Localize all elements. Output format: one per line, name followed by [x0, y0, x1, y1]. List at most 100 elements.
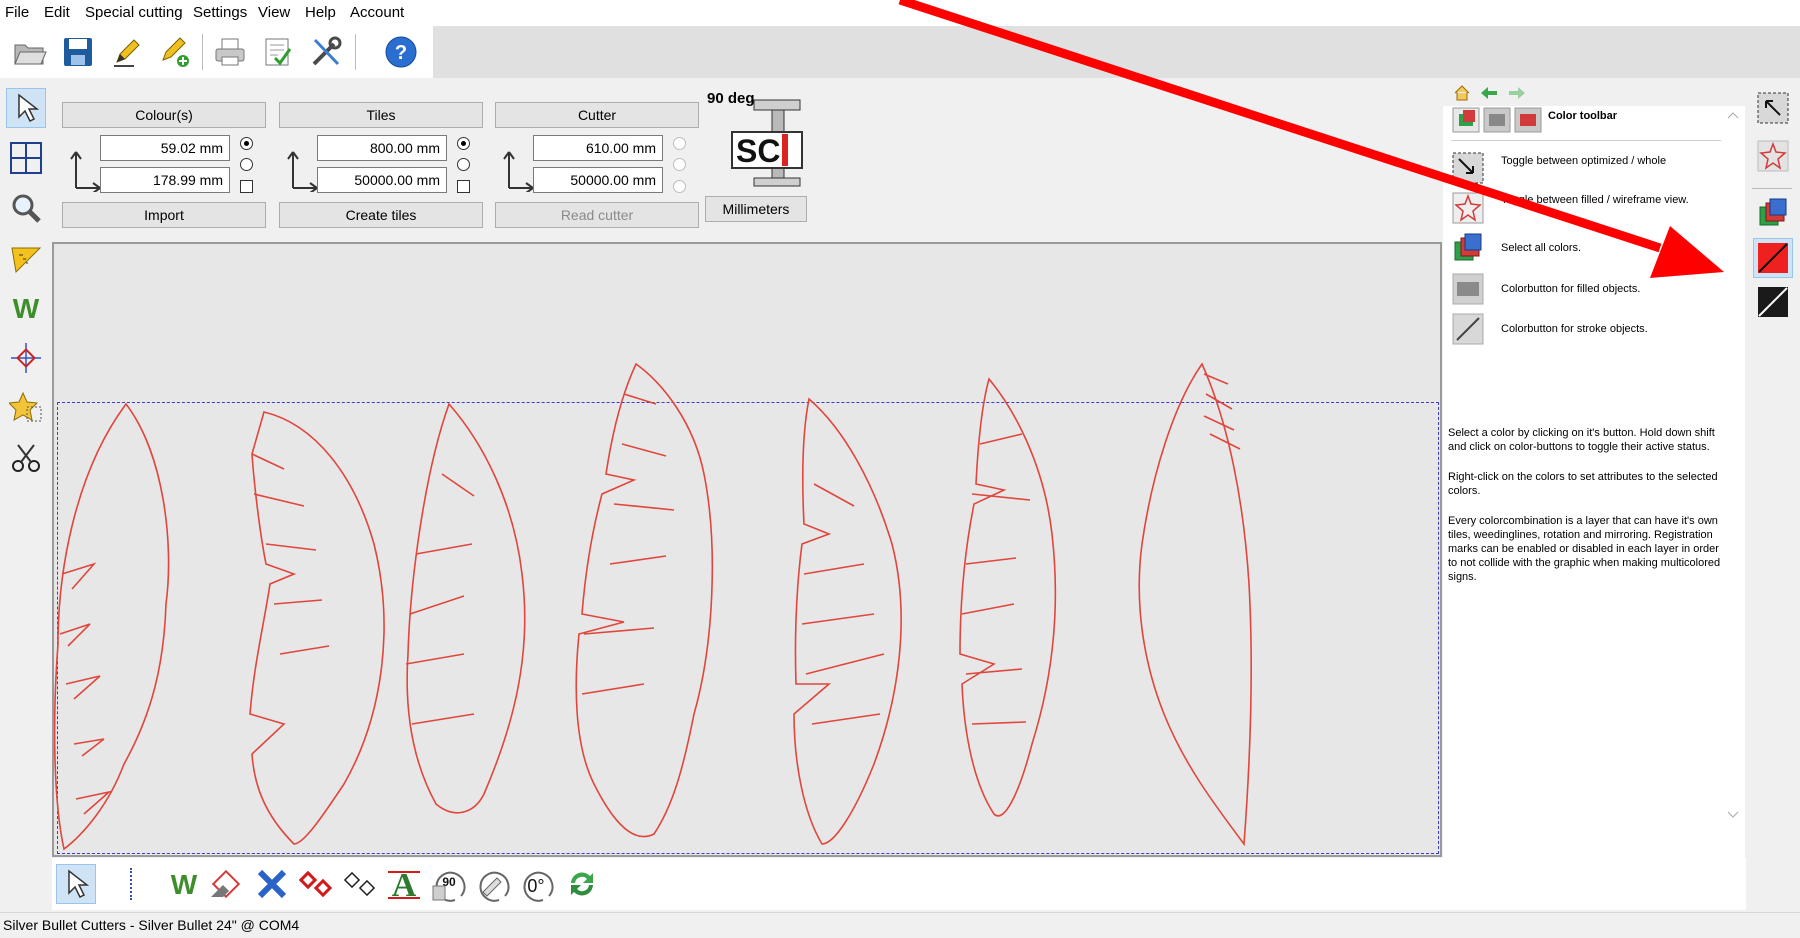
- color-toolbar-preview: [1451, 104, 1545, 134]
- help-paragraph: Right-click on the colors to set attribu…: [1448, 471, 1718, 497]
- tiles-header-button[interactable]: Tiles: [279, 102, 483, 128]
- color-toolbar-strip: [1746, 80, 1800, 910]
- axis-xy-icon: [287, 151, 318, 192]
- help-item-text: Toggle between optimized / whole: [1501, 155, 1667, 167]
- help-paragraph: Every colorcombination is a layer that c…: [1448, 515, 1721, 583]
- stroke-color-button-icon[interactable]: [1753, 282, 1793, 322]
- help-icon[interactable]: ?: [381, 32, 421, 72]
- read-cutter-button: Read cutter: [495, 202, 699, 228]
- status-bar: Silver Bullet Cutters - Silver Bullet 24…: [0, 912, 1800, 938]
- svg-text:W: W: [171, 869, 198, 899]
- checklist-icon[interactable]: [258, 32, 298, 72]
- cutter-height-field[interactable]: 50000.00 mm: [533, 167, 663, 193]
- design-canvas[interactable]: [52, 242, 1442, 857]
- menu-account[interactable]: Account: [350, 4, 404, 21]
- scroll-up-icon[interactable]: [1727, 110, 1739, 120]
- colours-lock-checkbox[interactable]: [240, 180, 253, 193]
- svg-text:?: ?: [395, 42, 407, 64]
- printer-icon[interactable]: [210, 32, 250, 72]
- help-scrollbar[interactable]: [1723, 110, 1743, 855]
- registration-mark-tool-icon[interactable]: [6, 338, 46, 378]
- tiles-width-radio[interactable]: [457, 137, 470, 150]
- cutter-logo[interactable]: SC: [730, 98, 804, 188]
- edit-pen-icon[interactable]: [107, 32, 147, 72]
- optimized-toggle-icon: [1451, 151, 1485, 185]
- stroke-color-button-icon: [1451, 312, 1485, 346]
- weed-ruler-tool-icon[interactable]: [6, 238, 46, 278]
- axis-xy-icon: [70, 151, 101, 192]
- scroll-down-icon[interactable]: [1727, 810, 1739, 820]
- rotate-pen-icon[interactable]: [474, 864, 514, 904]
- home-icon[interactable]: [1453, 84, 1471, 102]
- cutter-height-radio: [673, 158, 686, 171]
- pointer-tool-icon[interactable]: [6, 88, 46, 128]
- colours-height-radio[interactable]: [240, 158, 253, 171]
- help-nav-row: [1443, 80, 1745, 106]
- open-folder-icon[interactable]: [10, 32, 50, 72]
- rotate-90-icon[interactable]: 90: [430, 864, 470, 904]
- help-item-text: Select all colors.: [1501, 242, 1582, 254]
- import-button[interactable]: Import: [62, 202, 266, 228]
- wireframe-star-icon[interactable]: [1753, 136, 1793, 176]
- feather-shape: [793, 397, 902, 845]
- select-all-colors-icon[interactable]: [1753, 194, 1793, 234]
- cutter-lock-radio: [673, 180, 686, 193]
- help-paragraph: Select a color by clicking on it's butto…: [1448, 427, 1715, 453]
- zoom-tool-icon[interactable]: [6, 188, 46, 228]
- optimized-toggle-icon[interactable]: [1753, 88, 1793, 128]
- red-color-button-icon[interactable]: [1753, 238, 1793, 278]
- text-weed-icon[interactable]: A: [384, 864, 424, 904]
- feather-shape: [54, 402, 170, 851]
- cutter-header-button[interactable]: Cutter: [495, 102, 699, 128]
- menu-help[interactable]: Help: [305, 4, 336, 21]
- pointer-icon[interactable]: [56, 864, 96, 904]
- tiles-grid-tool-icon[interactable]: [6, 138, 46, 178]
- tiles-group: Tiles 800.00 mm 50000.00 mm Create tiles: [277, 90, 487, 230]
- rotate-0-icon[interactable]: 0°: [518, 864, 558, 904]
- add-pen-icon[interactable]: [155, 32, 195, 72]
- wireframe-star-icon: [1451, 191, 1485, 225]
- cutter-width-field[interactable]: 610.00 mm: [533, 135, 663, 161]
- help-title: Color toolbar: [1548, 110, 1618, 122]
- svg-text:W: W: [13, 293, 40, 323]
- logo-text: SC: [736, 133, 780, 169]
- save-icon[interactable]: [58, 32, 98, 72]
- tiles-lock-checkbox[interactable]: [457, 180, 470, 193]
- colours-header-button[interactable]: Colour(s): [62, 102, 266, 128]
- menu-settings[interactable]: Settings: [193, 4, 247, 21]
- weed-eraser-icon[interactable]: [206, 864, 246, 904]
- help-item-text: Toggle between filled / wireframe view.: [1501, 194, 1689, 206]
- axis-xy-icon: [503, 151, 534, 192]
- feathers-artwork[interactable]: [54, 244, 1440, 855]
- colours-width-radio[interactable]: [240, 137, 253, 150]
- help-item-text: Colorbutton for stroke objects.: [1501, 323, 1648, 335]
- tiles-width-field[interactable]: 800.00 mm: [317, 135, 447, 161]
- tiles-height-radio[interactable]: [457, 158, 470, 171]
- tiles-height-field[interactable]: 50000.00 mm: [317, 167, 447, 193]
- menu-special-cutting[interactable]: Special cutting: [85, 4, 183, 21]
- star-contour-tool-icon[interactable]: [6, 388, 46, 428]
- colours-height-field[interactable]: 178.99 mm: [100, 167, 230, 193]
- delete-x-icon[interactable]: [252, 864, 292, 904]
- create-tiles-button[interactable]: Create tiles: [279, 202, 483, 228]
- colours-width-field[interactable]: 59.02 mm: [100, 135, 230, 161]
- bottom-toolbar: W A 90 0°: [52, 858, 1746, 910]
- menu-view[interactable]: View: [258, 4, 290, 21]
- weedline-icon[interactable]: W: [164, 864, 204, 904]
- tools-icon[interactable]: [306, 32, 346, 72]
- menu-file[interactable]: File: [5, 4, 29, 21]
- select-all-colors-icon: [1451, 232, 1485, 266]
- menu-edit[interactable]: Edit: [44, 4, 70, 21]
- back-arrow-icon[interactable]: [1479, 86, 1499, 100]
- outline-diamonds-icon[interactable]: [340, 864, 380, 904]
- status-text: Silver Bullet Cutters - Silver Bullet 24…: [3, 917, 300, 933]
- feather-shape: [959, 377, 1057, 817]
- help-panel: Color toolbar Toggle between optimized /…: [1443, 80, 1745, 858]
- refresh-icon[interactable]: [562, 864, 602, 904]
- cutter-group: Cutter 610.00 mm 50000.00 mm Read cutter: [493, 90, 703, 230]
- weedline-tool-icon[interactable]: W: [6, 288, 46, 328]
- scissors-tool-icon[interactable]: [6, 438, 46, 478]
- millimeters-button[interactable]: Millimeters: [705, 196, 807, 222]
- mirror-diamonds-icon[interactable]: [296, 864, 336, 904]
- forward-arrow-icon[interactable]: [1507, 86, 1527, 100]
